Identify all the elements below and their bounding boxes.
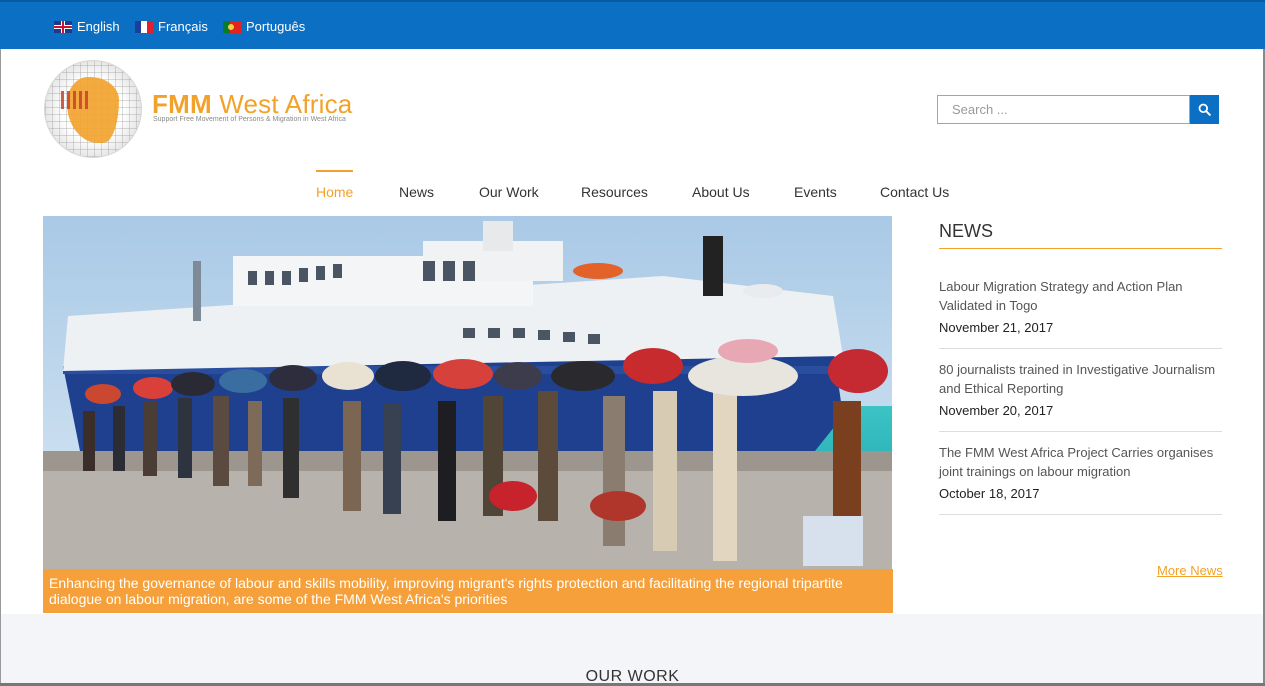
brand-name-bold: FMM [152, 89, 212, 119]
hero-image [43, 216, 892, 569]
news-item[interactable]: Labour Migration Strategy and Action Pla… [939, 277, 1222, 335]
nav-home[interactable]: Home [316, 170, 354, 214]
nav-contact-us[interactable]: Contact Us [880, 170, 949, 214]
language-portuguese[interactable]: Português [223, 19, 305, 34]
news-heading: NEWS [939, 221, 993, 241]
nav-our-work[interactable]: Our Work [479, 170, 539, 214]
language-label: Français [158, 19, 208, 34]
brand-tagline: Support Free Movement of Persons & Migra… [153, 116, 346, 123]
search-input[interactable] [937, 95, 1190, 124]
nav-news[interactable]: News [399, 170, 434, 214]
ship-photo [43, 216, 892, 569]
language-english[interactable]: English [54, 19, 120, 34]
language-label: English [77, 19, 120, 34]
uk-flag-icon [54, 20, 72, 33]
news-item-date: November 21, 2017 [939, 320, 1054, 335]
news-item[interactable]: The FMM West Africa Project Carries orga… [939, 443, 1222, 501]
news-item-title[interactable]: Labour Migration Strategy and Action Pla… [939, 277, 1222, 315]
nav-about-us[interactable]: About Us [692, 170, 750, 214]
language-label: Português [246, 19, 306, 34]
news-item-title[interactable]: 80 journalists trained in Investigative … [939, 360, 1222, 398]
nav-resources[interactable]: Resources [581, 170, 648, 214]
news-heading-rule [939, 248, 1222, 249]
search-form [937, 95, 1219, 124]
hero-caption: Enhancing the governance of labour and s… [43, 569, 893, 613]
search-button[interactable] [1190, 95, 1219, 124]
news-item[interactable]: 80 journalists trained in Investigative … [939, 360, 1222, 418]
news-item-title[interactable]: The FMM West Africa Project Carries orga… [939, 443, 1222, 481]
language-bar: English Français Português [0, 0, 1265, 49]
france-flag-icon [135, 20, 153, 33]
search-icon [1198, 103, 1211, 116]
news-item-date: October 18, 2017 [939, 486, 1040, 501]
news-divider [939, 348, 1222, 349]
portugal-flag-icon [223, 20, 241, 33]
language-french[interactable]: Français [135, 19, 208, 34]
globe-logo-icon[interactable] [44, 60, 142, 158]
frame-border-left [0, 49, 1, 686]
news-divider [939, 431, 1222, 432]
nav-events[interactable]: Events [794, 170, 837, 214]
more-news-link[interactable]: More News [1157, 563, 1223, 578]
news-item-date: November 20, 2017 [939, 403, 1054, 418]
brand-name-rest: West Africa [219, 89, 353, 119]
news-divider [939, 514, 1222, 515]
